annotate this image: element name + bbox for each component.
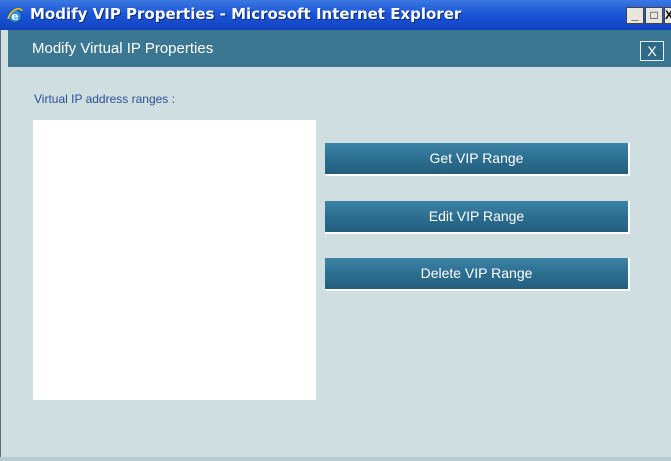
minimize-button[interactable]: _ xyxy=(626,7,644,24)
window-close-button[interactable]: X xyxy=(664,7,671,24)
internet-explorer-icon: e xyxy=(7,8,23,24)
window-frame-left xyxy=(0,30,8,461)
window-title: Modify VIP Properties - Microsoft Intern… xyxy=(30,5,462,23)
dialog-title: Modify Virtual IP Properties xyxy=(32,40,214,57)
dialog-header: Modify Virtual IP Properties X xyxy=(8,30,671,67)
vip-range-list[interactable] xyxy=(33,120,316,400)
get-vip-range-button[interactable]: Get VIP Range xyxy=(325,143,630,176)
dialog-close-button[interactable]: X xyxy=(640,41,664,61)
edit-vip-range-button[interactable]: Edit VIP Range xyxy=(325,201,630,234)
window-titlebar: e Modify VIP Properties - Microsoft Inte… xyxy=(0,0,671,30)
delete-vip-range-button[interactable]: Delete VIP Range xyxy=(325,258,630,291)
maximize-button[interactable]: □ xyxy=(645,7,663,24)
dialog-content: Virtual IP address ranges : Get VIP Rang… xyxy=(8,67,671,461)
window-bottom-edge xyxy=(0,457,671,461)
vip-ranges-label: Virtual IP address ranges : xyxy=(34,92,175,106)
